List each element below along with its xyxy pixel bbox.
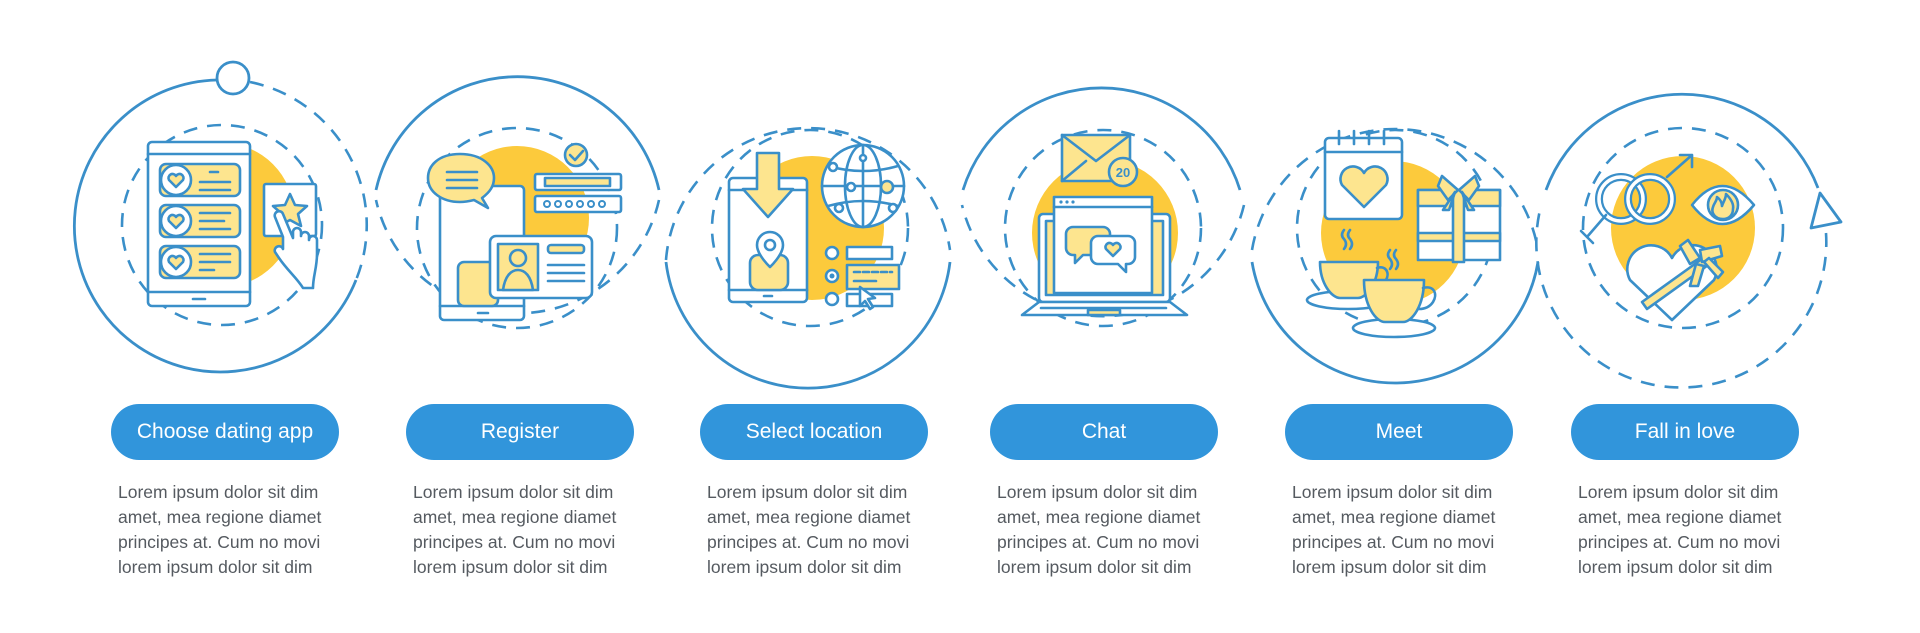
step-5-graphic [1250,127,1540,385]
step-1: Choose dating app Lorem ipsum dolor sit … [111,404,339,580]
step-3-label-pill[interactable]: Select location [700,404,928,460]
dating-app-phone-icon [146,140,319,308]
step-5: Meet Lorem ipsum dolor sit dim amet, mea… [1285,404,1513,580]
laptop-chat-icon: 20 [1020,133,1189,317]
step-4-graphic: 20 [960,86,1246,328]
step-6-label-pill[interactable]: Fall in love [1571,404,1799,460]
step-2-description: Lorem ipsum dolor sit dim amet, mea regi… [413,482,617,577]
step-4: Chat Lorem ipsum dolor sit dim amet, mea… [990,404,1218,580]
step-3: Select location Lorem ipsum dolor sit di… [700,404,928,580]
direction-arrow-icon [1809,191,1843,230]
step-1-label-pill[interactable]: Choose dating app [111,404,339,460]
step-6-description: Lorem ipsum dolor sit dim amet, mea regi… [1578,482,1782,577]
step-6: Fall in love Lorem ipsum dolor sit dim a… [1571,404,1799,580]
rings-heart-icon [1579,153,1756,322]
step-3-graphic [664,126,952,390]
location-globe-icon [727,143,906,311]
unread-count-badge: 20 [1116,165,1130,180]
step-4-label-pill[interactable]: Chat [990,404,1218,460]
step-2-label-pill[interactable]: Register [406,404,634,460]
step-3-description: Lorem ipsum dolor sit dim amet, mea regi… [707,482,911,577]
step-6-graphic [1535,92,1843,389]
step-1-graphic [73,60,369,374]
step-2: Register Lorem ipsum dolor sit dim amet,… [406,404,634,580]
step-5-label-pill[interactable]: Meet [1285,404,1513,460]
registration-profile-icon [426,142,623,322]
date-coffee-gift-icon [1305,129,1502,339]
step-5-description: Lorem ipsum dolor sit dim amet, mea regi… [1292,482,1496,577]
step-2-graphic [374,75,661,330]
start-node-icon [215,60,251,96]
step-1-description: Lorem ipsum dolor sit dim amet, mea regi… [118,482,322,577]
step-4-description: Lorem ipsum dolor sit dim amet, mea regi… [997,482,1201,577]
